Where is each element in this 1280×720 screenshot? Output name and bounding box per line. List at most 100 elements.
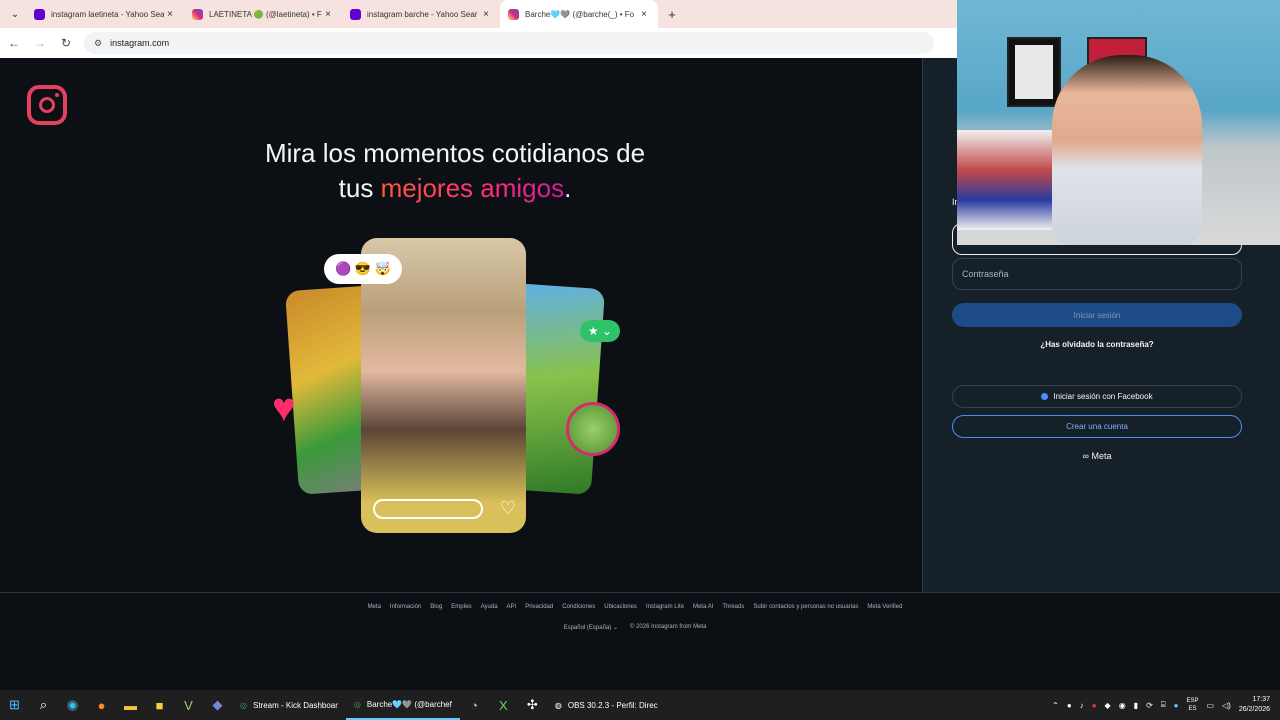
tray-app-icon[interactable]: ⌸ (1161, 700, 1166, 710)
chrome-icon: ◎ (240, 700, 247, 710)
headline-highlight: mejores amigos (380, 173, 565, 203)
copyright-text: © 2026 Instagram from Meta (629, 624, 707, 630)
obs-icon: ◍ (554, 700, 562, 710)
reload-icon[interactable]: ↻ (54, 36, 78, 50)
microphone-icon[interactable]: ● (1174, 701, 1179, 710)
facebook-login-label: Iniciar sesión con Facebook (1053, 392, 1153, 401)
webcam-overlay (957, 0, 1280, 245)
close-icon[interactable]: × (638, 9, 650, 20)
tray-app-icon[interactable]: ● (1092, 701, 1097, 710)
tray-app-icon[interactable]: ● (1067, 701, 1072, 710)
taskbar-app-label: OBS 30.2.3 - Perfil: Direc (567, 700, 658, 710)
language-indicator[interactable]: ESP ES (1186, 697, 1198, 713)
facebook-login-button[interactable]: Iniciar sesión con Facebook (952, 385, 1242, 408)
footer-link[interactable]: Subir contactos y personas no usuarias (753, 604, 858, 610)
tray-app-icon[interactable]: ⟳ (1146, 701, 1153, 710)
site-info-icon[interactable]: ⚙ (94, 38, 102, 49)
browser-tab[interactable]: instagram laetineta - Yahoo Sear × (26, 1, 184, 27)
tab-title: instagram laetineta - Yahoo Sear (51, 9, 164, 19)
file-explorer-icon[interactable]: ▬ (116, 690, 145, 720)
chrome-icon: ◎ (353, 699, 361, 709)
network-icon[interactable]: ▭ (1206, 701, 1214, 710)
app-icon[interactable]: ✣ (518, 690, 547, 720)
volume-icon[interactable]: ◁) (1222, 701, 1231, 710)
clock-time: 17:37 (1252, 696, 1270, 703)
close-icon[interactable]: × (322, 9, 334, 20)
instagram-icon (508, 8, 519, 20)
footer-link[interactable]: Meta AI (693, 604, 713, 610)
photo-collage: ♡ 🟣 😎 🤯 ♥ ★ ⌄ (268, 236, 628, 536)
system-tray: ⌃ ● ♪ ● ◆ ◉ ▮ ⟳ ⌸ ● ESP ES ▭ ◁) 17:37 26… (1052, 690, 1280, 720)
footer-link[interactable]: Blog (430, 604, 442, 610)
firefox-icon[interactable]: ● (87, 690, 116, 720)
tray-app-icon[interactable]: ♪ (1080, 701, 1084, 710)
back-icon[interactable]: ← (2, 36, 26, 50)
footer-link[interactable]: Threads (722, 604, 744, 610)
taskbar-app-obs[interactable]: ◍ OBS 30.2.3 - Perfil: Direc (547, 690, 666, 720)
footer-link[interactable]: Ubicaciones (604, 604, 637, 610)
star-sticker-icon: ★ ⌄ (580, 320, 620, 342)
xbox-icon[interactable]: X (489, 690, 518, 720)
forgot-password-link[interactable]: ¿Has olvidado la contraseña? (952, 340, 1242, 349)
avatar (566, 402, 620, 456)
clock-date: 26/2/2026 (1238, 706, 1270, 713)
edge-icon[interactable]: ◉ (58, 690, 87, 720)
instagram-logo-icon[interactable] (27, 85, 67, 125)
taskbar: ⊞ ⌕ ◉ ● ▬ ■ V ◆ ◎ Stream - Kick Dashboar… (0, 690, 1280, 720)
address-bar[interactable]: ⚙ instagram.com (84, 32, 934, 54)
chevron-up-icon[interactable]: ⌃ (1052, 701, 1059, 710)
footer-link[interactable]: Meta Verified (867, 604, 902, 610)
headline-line-2: tus (338, 173, 381, 203)
new-tab-button[interactable]: + (662, 7, 682, 22)
clock[interactable]: 17:37 26/2/2026 (1239, 695, 1270, 715)
footer-divider (0, 592, 1280, 593)
password-field[interactable]: Contraseña (952, 258, 1242, 290)
sticky-notes-icon[interactable]: ■ (145, 690, 174, 720)
browser-tab[interactable]: LAETINETA 🟢 (@laetineta) • Fo × (184, 1, 342, 27)
language-select[interactable]: Español (España) ⌄ (564, 624, 618, 631)
meta-logo: ∞ Meta (1082, 451, 1112, 461)
headline-line-1: Mira los momentos cotidianos de (264, 138, 646, 168)
tray-app-icon[interactable]: ◉ (1119, 701, 1126, 710)
tab-title: instagram barche - Yahoo Sear (367, 9, 478, 19)
reply-bar (373, 499, 483, 519)
footer-link[interactable]: Condiciones (562, 604, 595, 610)
taskbar-app-chrome-kick[interactable]: ◎ Stream - Kick Dashboar (232, 690, 346, 720)
discord-icon[interactable]: ◆ (203, 690, 232, 720)
tray-app-icon[interactable]: ▮ (1134, 701, 1138, 710)
heart-icon: ♡ (499, 498, 516, 518)
yahoo-icon (350, 8, 361, 20)
taskbar-app-label: Barche🩵🩶 (@barchef (366, 699, 452, 709)
vegas-icon[interactable]: V (174, 690, 203, 720)
footer-link[interactable]: Instagram Lite (646, 604, 684, 610)
tab-search-button[interactable]: ⌄ (4, 4, 26, 24)
tray-app-icon[interactable]: ◆ (1105, 701, 1111, 710)
create-account-button[interactable]: Crear una cuenta (952, 415, 1242, 438)
url-text: instagram.com (110, 38, 170, 48)
headline-end: . (564, 173, 572, 203)
search-icon[interactable]: ⌕ (29, 690, 58, 720)
footer-link[interactable]: Privacidad (525, 604, 553, 610)
tab-title: Barche🩵🩶 (@barche(_) • Fo (525, 9, 635, 19)
footer-link[interactable]: Ayuda (481, 604, 498, 610)
windows-start-icon[interactable]: ⊞ (0, 690, 29, 720)
taskbar-app-label: Stream - Kick Dashboar (252, 700, 338, 710)
close-icon[interactable]: × (164, 9, 176, 20)
forward-icon[interactable]: → (28, 36, 52, 50)
footer-link[interactable]: API (507, 604, 517, 610)
login-button[interactable]: Iniciar sesión (952, 303, 1242, 327)
footer-link[interactable]: Empleo (451, 604, 471, 610)
facebook-icon (1041, 393, 1049, 400)
page-headline: Mira los momentos cotidianos de tus mejo… (230, 136, 680, 206)
taskbar-app-chrome-instagram[interactable]: ◎ Barche🩵🩶 (@barchef (345, 690, 460, 720)
steam-icon[interactable]: ◔ (460, 690, 489, 720)
footer-link[interactable]: Meta (368, 604, 381, 610)
yahoo-icon (34, 8, 45, 20)
streamer (1052, 55, 1202, 245)
heart-sticker-icon: ♥ (272, 386, 296, 430)
browser-tab[interactable]: instagram barche - Yahoo Sear × (342, 1, 500, 27)
language-code: ESP (1186, 698, 1199, 704)
close-icon[interactable]: × (480, 9, 492, 20)
footer-link[interactable]: Información (390, 604, 421, 610)
browser-tab-active[interactable]: Barche🩵🩶 (@barche(_) • Fo × (500, 0, 658, 28)
